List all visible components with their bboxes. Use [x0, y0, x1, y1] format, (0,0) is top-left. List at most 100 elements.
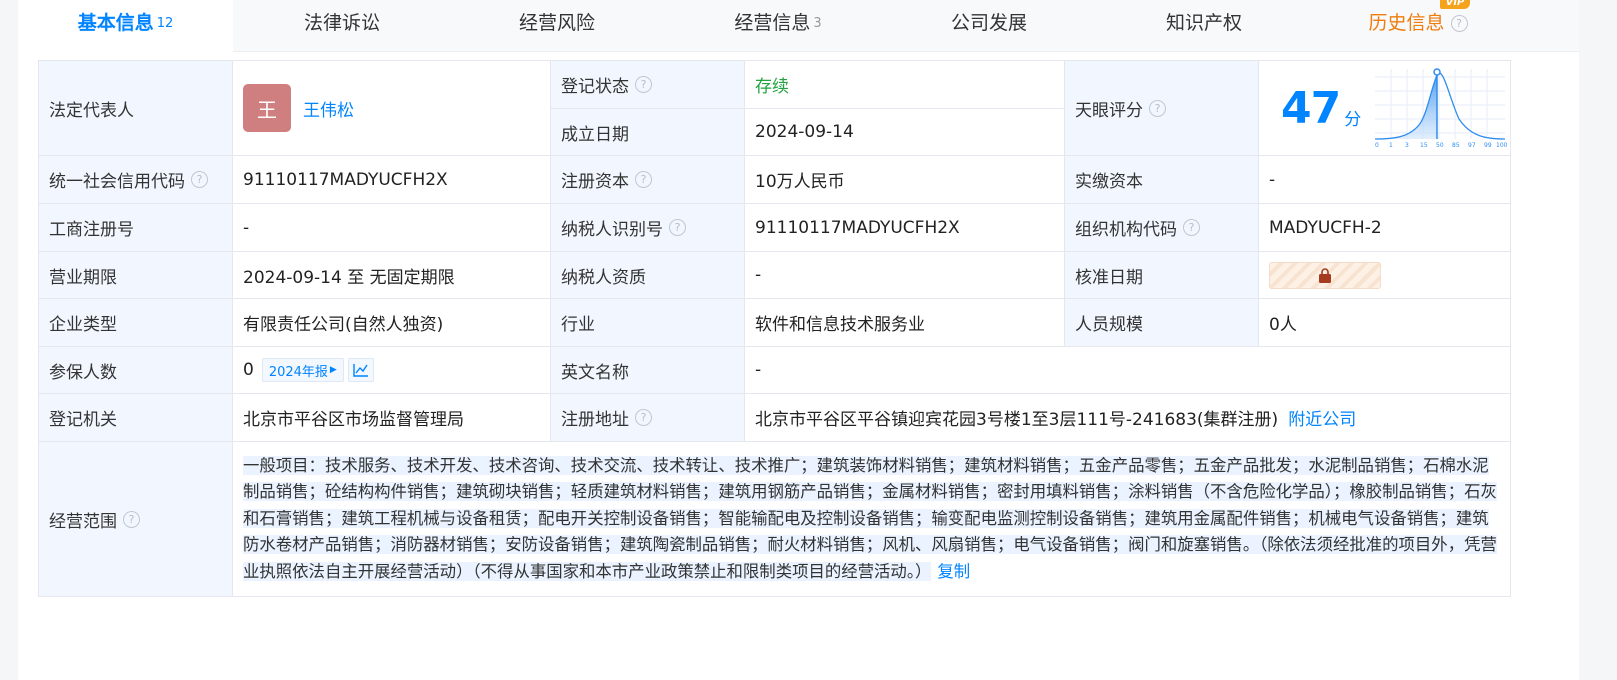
- tab-label: 历史信息: [1368, 12, 1445, 34]
- vip-locked-field[interactable]: [1269, 261, 1381, 289]
- term-value: 2024-09-14 至 无固定期限: [243, 267, 455, 288]
- tianyan-label-cell: 天眼评分?: [1065, 61, 1259, 156]
- company-info-panel: 基本信息 12 法律诉讼 经营风险 经营信息 3 公司发展 知识产权 历史信息? V…: [18, 0, 1579, 680]
- founded-label: 成立日期: [561, 124, 629, 145]
- authority-value: 北京市平谷区市场监督管理局: [243, 410, 464, 430]
- english-name-label: 英文名称: [561, 362, 629, 383]
- tab-risk[interactable]: 经营风险: [495, 0, 619, 52]
- axis-tick: 1: [1389, 142, 1393, 149]
- paid-capital-value: -: [1269, 169, 1276, 190]
- reg-status-value: 存续: [755, 77, 789, 97]
- biz-reg-no-label: 工商注册号: [49, 220, 134, 240]
- insured-value: 0: [243, 360, 254, 380]
- copy-link[interactable]: 复制: [937, 562, 970, 581]
- reg-capital-label-cell: 注册资本?: [551, 156, 745, 204]
- industry-value: 软件和信息技术服务业: [755, 315, 925, 335]
- line-chart-icon: [353, 364, 368, 377]
- address-value: 北京市平谷区平谷镇迎宾花园3号楼1至3层111号-241683(集群注册): [755, 410, 1279, 430]
- legal-rep-label-cell: 法定代表人: [38, 61, 233, 156]
- address-label: 注册地址: [561, 410, 629, 430]
- annual-report-label: 2024年报: [268, 364, 328, 380]
- biz-reg-no-value: -: [243, 217, 250, 238]
- staff-label: 人员规模: [1075, 315, 1143, 335]
- authority-label: 登记机关: [49, 410, 117, 430]
- founded-value: 2024-09-14: [755, 122, 854, 142]
- paid-capital-label-cell: 实缴资本: [1065, 156, 1259, 204]
- credit-code-value-cell: 91110117MADYUCFH2X: [233, 156, 551, 204]
- org-code-label: 组织机构代码: [1075, 220, 1177, 240]
- caret-right-icon: ▶: [329, 365, 337, 375]
- scope-value: 一般项目：技术服务、技术开发、技术咨询、技术交流、技术转让、技术推广；建筑装饰材…: [243, 455, 1497, 581]
- credit-code-label-cell: 统一社会信用代码?: [38, 156, 233, 204]
- legal-rep-name-link[interactable]: 王伟松: [303, 96, 354, 121]
- tab-label: 基本信息: [77, 12, 154, 34]
- staff-value-cell: 0人: [1259, 299, 1511, 347]
- help-icon[interactable]: ?: [1149, 99, 1166, 117]
- company-type-label-cell: 企业类型: [38, 299, 233, 347]
- vip-badge: VIP: [1440, 0, 1470, 9]
- industry-value-cell: 软件和信息技术服务业: [745, 299, 1065, 347]
- tianyan-score-cell[interactable]: 47 分 0 1 3 15 50 85 97 99 100: [1259, 61, 1511, 156]
- help-icon[interactable]: ?: [123, 510, 140, 528]
- avatar[interactable]: 王: [243, 84, 291, 132]
- industry-label: 行业: [561, 315, 595, 335]
- reg-status-label: 登记状态: [561, 77, 629, 97]
- help-icon[interactable]: ?: [1450, 15, 1468, 32]
- paid-capital-label: 实缴资本: [1075, 172, 1143, 192]
- staff-value: 0人: [1269, 315, 1297, 335]
- company-type-value: 有限责任公司(自然人独资): [243, 315, 444, 335]
- biz-reg-no-label-cell: 工商注册号: [38, 204, 233, 252]
- scope-label: 经营范围: [49, 511, 117, 532]
- tab-label: 法律诉讼: [303, 12, 380, 34]
- taxpayer-qual-value: -: [755, 265, 762, 285]
- tab-operation[interactable]: 经营信息 3: [708, 0, 848, 52]
- trend-chart-button[interactable]: [347, 358, 374, 382]
- legal-rep-label: 法定代表人: [49, 100, 134, 121]
- term-label: 营业期限: [49, 267, 117, 288]
- nearby-companies-link[interactable]: 附近公司: [1288, 405, 1356, 430]
- tab-legal[interactable]: 法律诉讼: [280, 0, 404, 52]
- axis-tick: 99: [1484, 142, 1492, 149]
- score-unit: 分: [1344, 109, 1362, 130]
- help-icon[interactable]: ?: [191, 171, 208, 188]
- tab-development[interactable]: 公司发展: [927, 0, 1051, 52]
- help-icon[interactable]: ?: [635, 171, 652, 188]
- org-code-value: MADYUCFH-2: [1269, 217, 1382, 238]
- tab-ip[interactable]: 知识产权: [1142, 0, 1266, 52]
- taxpayer-qual-label-cell: 纳税人资质: [551, 252, 745, 299]
- help-icon[interactable]: ?: [635, 76, 652, 93]
- reg-status-value-cell: 存续: [745, 61, 1065, 109]
- scope-value-cell: 一般项目：技术服务、技术开发、技术咨询、技术交流、技术转让、技术推广；建筑装饰材…: [233, 442, 1511, 597]
- reg-capital-value: 10万人民币: [755, 172, 845, 192]
- taxpayer-qual-label: 纳税人资质: [561, 267, 646, 288]
- axis-tick: 15: [1420, 142, 1428, 149]
- reg-capital-label: 注册资本: [561, 172, 629, 192]
- founded-value-cell: 2024-09-14: [745, 109, 1065, 156]
- taxpayer-qual-value-cell: -: [745, 252, 1065, 299]
- tab-basic-info[interactable]: 基本信息 12: [18, 0, 233, 52]
- company-type-label: 企业类型: [49, 315, 117, 335]
- credit-code-value: 91110117MADYUCFH2X: [243, 169, 448, 190]
- english-name-value: -: [755, 360, 762, 380]
- chart-grid: [1375, 69, 1506, 139]
- insured-label-cell: 参保人数: [38, 347, 233, 394]
- tab-label: 公司发展: [950, 12, 1027, 34]
- tab-count: 12: [156, 16, 174, 31]
- help-icon[interactable]: ?: [635, 409, 652, 426]
- tab-count: 3: [813, 16, 822, 31]
- term-value-cell: 2024-09-14 至 无固定期限: [233, 252, 551, 299]
- axis-tick: 100: [1496, 142, 1507, 149]
- score-value: 47: [1281, 82, 1341, 134]
- lock-icon: [1319, 267, 1331, 283]
- score-dot: [1433, 68, 1441, 76]
- help-icon[interactable]: ?: [1183, 219, 1200, 236]
- axis-tick: 50: [1436, 142, 1444, 149]
- approval-date-value-cell: [1259, 252, 1511, 299]
- address-label-cell: 注册地址?: [551, 394, 745, 442]
- legal-rep-value-cell: 王 王伟松: [233, 61, 551, 156]
- annual-report-tag[interactable]: 2024年报 ▶: [261, 358, 344, 382]
- help-icon[interactable]: ?: [669, 219, 686, 236]
- paid-capital-value-cell: -: [1259, 156, 1511, 204]
- english-name-label-cell: 英文名称: [551, 347, 745, 394]
- insured-label: 参保人数: [49, 362, 117, 383]
